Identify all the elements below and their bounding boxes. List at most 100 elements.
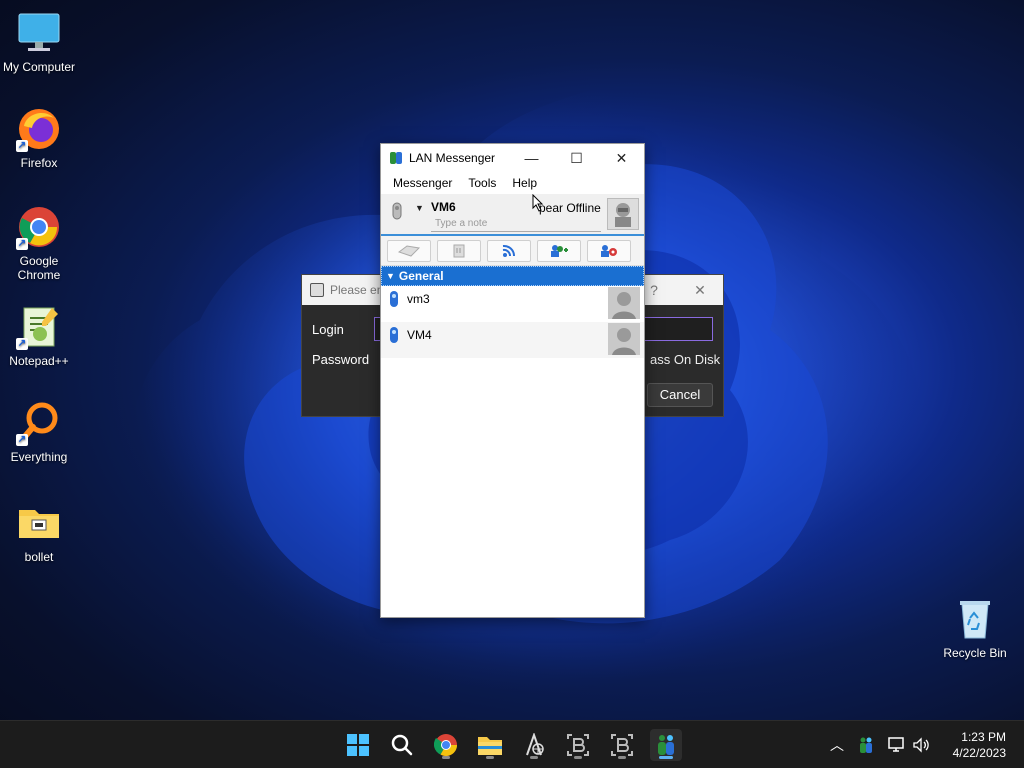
chevron-down-icon: ▼ xyxy=(386,271,395,281)
file-transfer-icon xyxy=(453,244,465,257)
desktop-icon-label: Recycle Bin xyxy=(943,646,1007,660)
menu-messenger[interactable]: Messenger xyxy=(385,176,460,190)
contact-name: VM4 xyxy=(407,328,432,342)
desktop-icon-label: bollet xyxy=(24,550,54,564)
password-label: Password xyxy=(312,352,370,367)
running-indicator xyxy=(618,756,626,759)
search-button[interactable] xyxy=(386,729,418,761)
app-b-icon xyxy=(567,734,589,756)
taskbar-app-b-2[interactable] xyxy=(606,729,638,761)
running-indicator xyxy=(486,756,494,759)
system-tray: ︿ xyxy=(826,721,930,768)
taskbar-app-b-1[interactable] xyxy=(562,729,594,761)
add-contact-button[interactable] xyxy=(537,239,581,262)
monitor-icon xyxy=(16,10,62,56)
desktop-icon-notepad-plus-plus[interactable]: ↗ Notepad++ xyxy=(0,304,78,368)
lan-messenger-tray-icon[interactable] xyxy=(858,736,874,754)
login-label: Login xyxy=(312,322,344,337)
taskbar: ︿ 1:23 PM 4/22/2023 xyxy=(0,720,1024,768)
avatar[interactable] xyxy=(607,198,639,230)
broadcast-button[interactable] xyxy=(487,239,531,262)
user-name: VM6 xyxy=(431,200,456,214)
taskbar-lan-messenger[interactable] xyxy=(650,729,682,761)
desktop-icon-label: Firefox xyxy=(20,156,58,170)
note-input[interactable]: Type a note xyxy=(431,218,601,232)
lan-titlebar[interactable]: LAN Messenger — ☐ ✕ xyxy=(381,144,644,172)
clock[interactable]: 1:23 PM 4/22/2023 xyxy=(953,729,1006,761)
taskbar-network-tool[interactable] xyxy=(518,729,550,761)
contact-avatar xyxy=(608,287,640,319)
running-indicator xyxy=(574,756,582,759)
desktop-icon-label: Everything xyxy=(10,450,68,464)
running-indicator xyxy=(442,756,450,759)
chrome-icon xyxy=(434,734,457,756)
notepad-plus-plus-icon: ↗ xyxy=(16,304,62,350)
group-settings-icon xyxy=(601,244,617,257)
lan-messenger-window: LAN Messenger — ☐ ✕ Messenger Tools Help… xyxy=(380,143,645,618)
network-icon[interactable] xyxy=(888,737,906,753)
maximize-button[interactable]: ☐ xyxy=(554,144,599,172)
chat-icon xyxy=(397,244,421,257)
start-button[interactable] xyxy=(342,729,374,761)
shortcut-arrow-icon: ↗ xyxy=(16,238,28,250)
chrome-icon: ↗ xyxy=(16,204,62,250)
toolbar xyxy=(381,236,644,266)
desktop-icon-chrome[interactable]: ↗ Google Chrome xyxy=(0,204,78,282)
contact-row[interactable]: vm3 xyxy=(381,286,644,322)
minimize-button[interactable]: — xyxy=(509,144,554,172)
menu-help[interactable]: Help xyxy=(504,176,545,190)
shortcut-arrow-icon: ↗ xyxy=(16,140,28,152)
folder-icon xyxy=(16,500,62,546)
close-button[interactable]: ✕ xyxy=(677,282,723,299)
online-status-icon xyxy=(390,291,398,307)
clock-time: 1:23 PM xyxy=(961,730,1006,744)
desktop-icon-everything[interactable]: ↗ Everything xyxy=(0,400,78,464)
chat-button[interactable] xyxy=(387,239,431,262)
desktop-icon-label: Notepad++ xyxy=(9,354,69,368)
cancel-button[interactable]: Cancel xyxy=(647,383,713,407)
group-settings-button[interactable] xyxy=(587,239,631,262)
search-icon xyxy=(391,734,413,756)
desktop-icon-bollet[interactable]: bollet xyxy=(0,500,78,564)
desktop-icon-recycle-bin[interactable]: Recycle Bin xyxy=(936,596,1014,660)
close-button[interactable]: ✕ xyxy=(599,144,644,172)
mouse-cursor-icon xyxy=(532,194,544,212)
volume-icon[interactable] xyxy=(912,737,930,753)
app-icon xyxy=(310,283,324,297)
menu-tools[interactable]: Tools xyxy=(460,176,504,190)
status-text[interactable]: pear Offline xyxy=(539,201,601,215)
app-b-icon xyxy=(611,734,633,756)
broadcast-icon xyxy=(502,244,516,257)
desktop-icon-label: My Computer xyxy=(2,60,76,74)
chevron-up-icon[interactable]: ︿ xyxy=(826,735,848,755)
password-dialog-title: Please en xyxy=(330,283,384,297)
contact-row[interactable]: VM4 xyxy=(381,322,644,358)
group-header-general[interactable]: ▼ General xyxy=(381,266,644,286)
firefox-icon: ↗ xyxy=(16,106,62,152)
lan-messenger-icon xyxy=(390,152,402,164)
file-explorer-icon xyxy=(478,737,502,755)
window-title: LAN Messenger xyxy=(409,151,496,165)
online-status-icon xyxy=(390,327,398,343)
file-transfer-button[interactable] xyxy=(437,239,481,262)
status-icon[interactable] xyxy=(391,202,403,220)
lan-messenger-icon xyxy=(658,735,674,755)
desktop-icon-my-computer[interactable]: My Computer xyxy=(0,10,78,74)
taskbar-file-explorer[interactable] xyxy=(474,729,506,761)
shortcut-arrow-icon: ↗ xyxy=(16,338,28,350)
taskbar-chrome[interactable] xyxy=(430,729,462,761)
running-indicator xyxy=(530,756,538,759)
start-icon xyxy=(347,734,369,756)
desktop-icon-firefox[interactable]: ↗ Firefox xyxy=(0,106,78,170)
group-name: General xyxy=(398,269,444,283)
contact-name: vm3 xyxy=(407,292,430,306)
profile-panel: ▼ VM6 pear Offline Type a note xyxy=(381,194,644,236)
everything-search-icon: ↗ xyxy=(16,400,62,446)
store-pass-checkbox-label[interactable]: ass On Disk xyxy=(650,352,720,367)
shortcut-arrow-icon: ↗ xyxy=(16,434,28,446)
recycle-bin-icon xyxy=(952,596,998,642)
add-contact-icon xyxy=(551,244,568,257)
menu-bar: Messenger Tools Help xyxy=(381,172,644,194)
network-tool-icon xyxy=(526,733,544,756)
status-dropdown-icon[interactable]: ▼ xyxy=(415,203,424,213)
